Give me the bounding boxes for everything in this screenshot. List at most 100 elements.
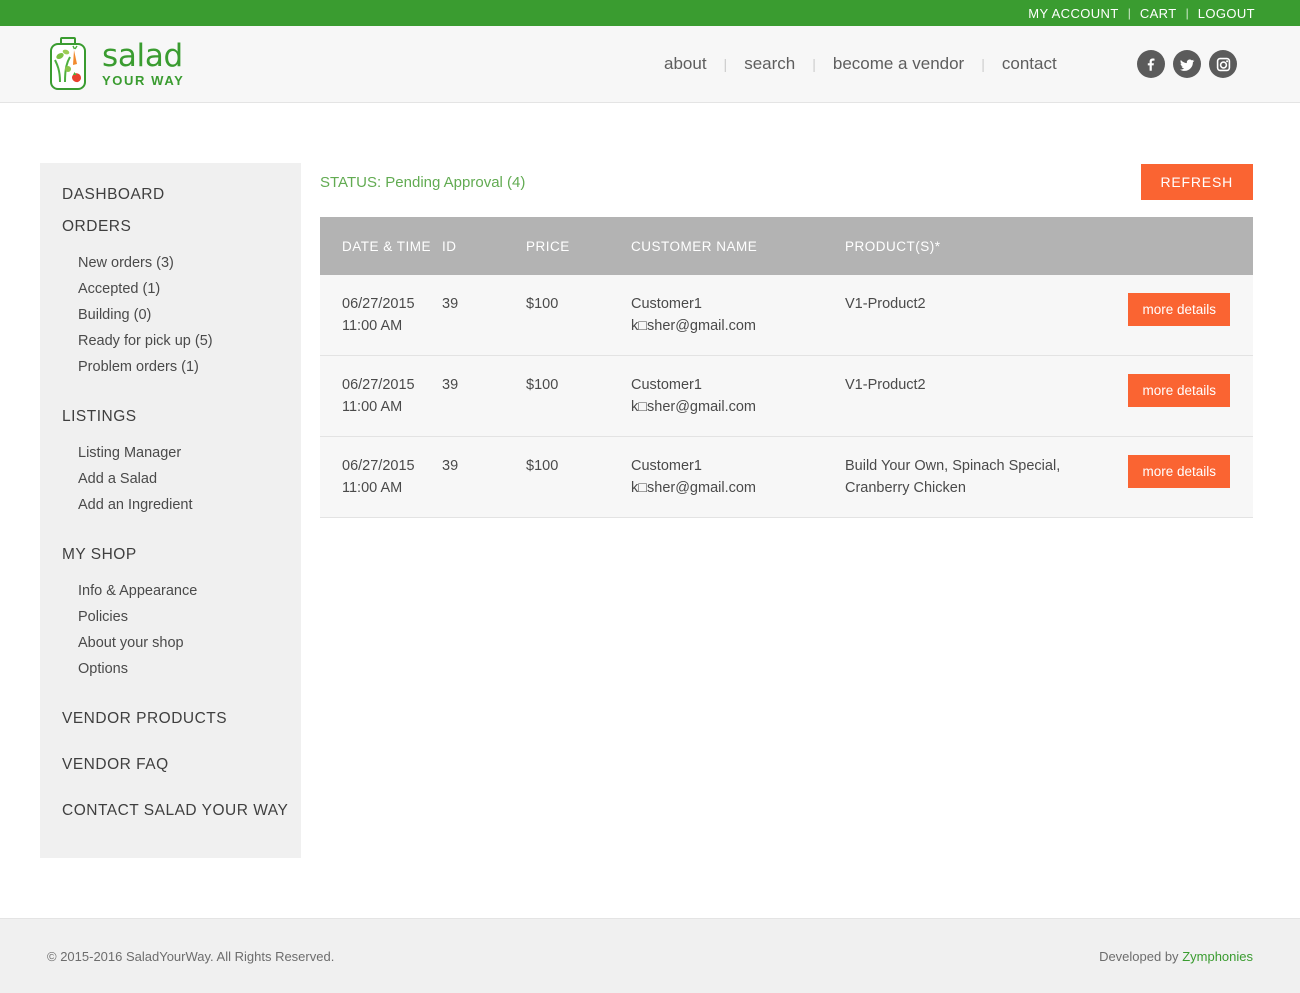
logo-wordmark: salad YOUR WAY	[102, 38, 185, 88]
cell-price: $100	[526, 275, 631, 356]
nav-separator-1: |	[723, 56, 728, 72]
developer-link[interactable]: Zymphonies	[1182, 949, 1253, 964]
sidebar-item-options[interactable]: Options	[40, 656, 301, 682]
logout-link[interactable]: LOGOUT	[1189, 6, 1264, 21]
column-header-products: PRODUCT(S)*	[845, 217, 1113, 275]
column-header-actions	[1113, 217, 1253, 275]
social-links	[1137, 50, 1237, 78]
sidebar-item-accepted[interactable]: Accepted (1)	[40, 276, 301, 302]
nav-about[interactable]: about	[650, 54, 721, 74]
cell-order-id[interactable]: 39	[442, 355, 526, 437]
site-logo[interactable]: salad YOUR WAY	[44, 36, 184, 92]
sidebar-item-policies[interactable]: Policies	[40, 604, 301, 630]
nav-contact[interactable]: contact	[988, 54, 1071, 74]
nav-separator-3: |	[981, 56, 985, 72]
sidebar-item-my-shop[interactable]: MY SHOP	[40, 546, 301, 564]
customer-name[interactable]: Customer1	[631, 374, 845, 396]
footer-credit-prefix: Developed by	[1099, 948, 1183, 964]
sidebar-item-ready-for-pick-up[interactable]: Ready for pick up (5)	[40, 328, 301, 354]
instagram-icon[interactable]	[1209, 50, 1237, 78]
orders-panel: STATUS: Pending Approval (4) REFRESH DAT…	[320, 163, 1253, 518]
sidebar-item-orders[interactable]: ORDERS	[40, 218, 301, 236]
logo-main-text: salad	[102, 38, 183, 74]
table-header-row: DATE & TIME ID PRICE CUSTOMER NAME PRODU…	[320, 217, 1253, 275]
customer-name[interactable]: Customer1	[631, 293, 845, 315]
cell-date-time: 06/27/2015 11:00 AM	[320, 355, 442, 437]
sidebar-item-building[interactable]: Building (0)	[40, 302, 301, 328]
table-row: 06/27/2015 11:00 AM 39 $100 Customer1 k□…	[320, 275, 1253, 356]
sidebar-item-listings[interactable]: LISTINGS	[40, 408, 301, 426]
page-body: DASHBOARD ORDERS New orders (3) Accepted…	[0, 103, 1300, 858]
customer-name[interactable]: Customer1	[631, 455, 845, 477]
nav-become-a-vendor[interactable]: become a vendor	[819, 54, 978, 74]
order-time: 11:00 AM	[342, 480, 403, 496]
logo-sub-text: YOUR WAY	[102, 73, 185, 88]
cell-order-id[interactable]: 39	[442, 436, 526, 518]
orders-table-body: 06/27/2015 11:00 AM 39 $100 Customer1 k□…	[320, 275, 1253, 518]
site-header: salad YOUR WAY about | search | become a…	[0, 26, 1300, 103]
sidebar-item-add-a-salad[interactable]: Add a Salad	[40, 466, 301, 492]
order-date: 06/27/2015	[342, 458, 415, 474]
facebook-icon[interactable]	[1137, 50, 1165, 78]
column-header-price: PRICE	[526, 217, 631, 275]
sidebar-item-contact-salad-your-way[interactable]: CONTACT SALAD YOUR WAY	[40, 802, 301, 820]
cell-customer[interactable]: Customer1 k□sher@gmail.com	[631, 275, 845, 356]
sidebar-my-shop-list: Info & Appearance Policies About your sh…	[40, 578, 301, 682]
refresh-button[interactable]: REFRESH	[1140, 164, 1253, 200]
cell-products[interactable]: V1-Product2	[845, 355, 1113, 437]
cell-customer[interactable]: Customer1 k□sher@gmail.com	[631, 355, 845, 437]
nav-separator-2: |	[812, 56, 816, 72]
more-details-button[interactable]: more details	[1128, 374, 1230, 407]
customer-email[interactable]: k□sher@gmail.com	[631, 315, 845, 337]
status-label: STATUS: Pending Approval (4)	[320, 173, 526, 191]
twitter-icon[interactable]	[1173, 50, 1201, 78]
more-details-button[interactable]: more details	[1128, 293, 1230, 326]
cart-link[interactable]: CART	[1131, 6, 1186, 21]
table-row: 06/27/2015 11:00 AM 39 $100 Customer1 k□…	[320, 355, 1253, 437]
cell-actions: more details	[1113, 436, 1253, 518]
sidebar-item-new-orders[interactable]: New orders (3)	[40, 250, 301, 276]
orders-table: DATE & TIME ID PRICE CUSTOMER NAME PRODU…	[320, 217, 1253, 518]
main-navigation: about | search | become a vendor | conta…	[650, 54, 1071, 74]
sidebar-listings-list: Listing Manager Add a Salad Add an Ingre…	[40, 440, 301, 518]
sidebar-item-add-an-ingredient[interactable]: Add an Ingredient	[40, 492, 301, 518]
column-header-id: ID	[442, 217, 526, 275]
sidebar-item-problem-orders[interactable]: Problem orders (1)	[40, 354, 301, 380]
column-header-customer-name: CUSTOMER NAME	[631, 217, 845, 275]
order-time: 11:00 AM	[342, 399, 403, 415]
cell-products[interactable]: Build Your Own, Spinach Special, Cranber…	[845, 436, 1113, 518]
order-time: 11:00 AM	[342, 318, 403, 334]
sidebar-item-vendor-products[interactable]: VENDOR PRODUCTS	[40, 710, 301, 728]
customer-email[interactable]: k□sher@gmail.com	[631, 396, 845, 418]
cell-order-id[interactable]: 39	[442, 275, 526, 356]
footer-copyright: © 2015-2016 SaladYourWay. All Rights Res…	[47, 948, 335, 964]
footer-credit: Developed by Zymphonies	[1099, 949, 1253, 964]
cell-date-time: 06/27/2015 11:00 AM	[320, 436, 442, 518]
customer-email[interactable]: k□sher@gmail.com	[631, 477, 845, 499]
order-date: 06/27/2015	[342, 296, 415, 312]
cell-price: $100	[526, 355, 631, 437]
sidebar-item-info-appearance[interactable]: Info & Appearance	[40, 578, 301, 604]
top-utility-bar: MY ACCOUNT | CART | LOGOUT	[0, 0, 1300, 26]
orders-table-head: DATE & TIME ID PRICE CUSTOMER NAME PRODU…	[320, 217, 1253, 275]
cell-customer[interactable]: Customer1 k□sher@gmail.com	[631, 436, 845, 518]
order-date: 06/27/2015	[342, 377, 415, 393]
more-details-button[interactable]: more details	[1128, 455, 1230, 488]
cell-products[interactable]: V1-Product2	[845, 275, 1113, 356]
my-account-link[interactable]: MY ACCOUNT	[1019, 6, 1127, 21]
sidebar-item-dashboard[interactable]: DASHBOARD	[40, 186, 301, 204]
table-row: 06/27/2015 11:00 AM 39 $100 Customer1 k□…	[320, 436, 1253, 518]
nav-search[interactable]: search	[730, 54, 809, 74]
sidebar-item-vendor-faq[interactable]: VENDOR FAQ	[40, 756, 301, 774]
salad-jar-icon	[44, 36, 92, 92]
sidebar-item-about-your-shop[interactable]: About your shop	[40, 630, 301, 656]
dashboard-sidebar: DASHBOARD ORDERS New orders (3) Accepted…	[40, 163, 301, 858]
site-footer: © 2015-2016 SaladYourWay. All Rights Res…	[0, 918, 1300, 993]
orders-toolbar: STATUS: Pending Approval (4) REFRESH	[320, 163, 1253, 201]
cell-actions: more details	[1113, 355, 1253, 437]
sidebar-item-listing-manager[interactable]: Listing Manager	[40, 440, 301, 466]
cell-actions: more details	[1113, 275, 1253, 356]
column-header-date-time: DATE & TIME	[320, 217, 442, 275]
cell-price: $100	[526, 436, 631, 518]
sidebar-orders-list: New orders (3) Accepted (1) Building (0)…	[40, 250, 301, 380]
